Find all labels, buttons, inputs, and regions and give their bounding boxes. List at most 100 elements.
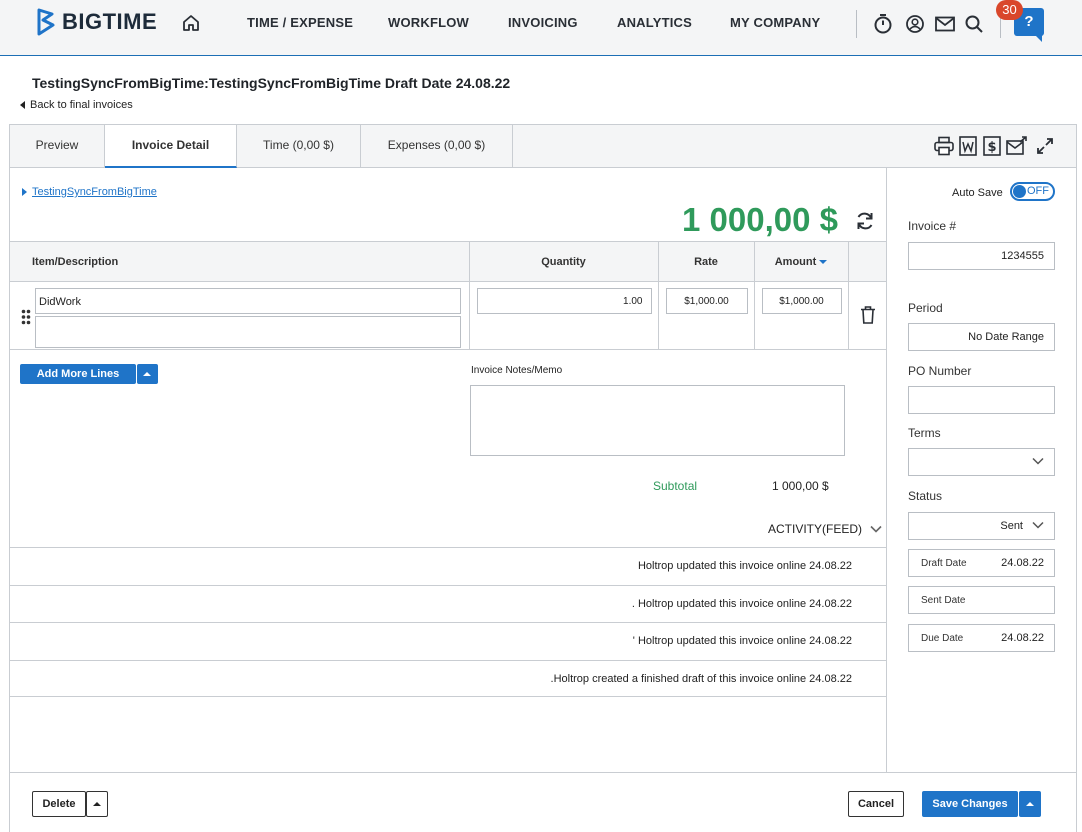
add-more-lines-button[interactable]: Add More Lines <box>20 364 136 384</box>
caret-up-icon <box>1026 802 1034 806</box>
po-number-label: PO Number <box>908 364 972 378</box>
brand-logo[interactable]: BIGTIME <box>36 8 157 36</box>
col-rate: Rate <box>658 241 755 282</box>
subtotal-value: 1 000,00 $ <box>772 479 829 493</box>
invoice-number-input[interactable]: 1234555 <box>908 242 1055 270</box>
delete-dropdown-button[interactable] <box>86 791 108 817</box>
due-date-label: Due Date <box>921 633 964 644</box>
description-detail-input[interactable] <box>35 316 461 348</box>
trash-icon[interactable] <box>860 306 876 324</box>
bigtime-logo-icon <box>37 8 55 36</box>
autosave-state: OFF <box>1027 185 1049 197</box>
status-label: Status <box>908 489 943 503</box>
po-number-input[interactable] <box>908 386 1055 414</box>
back-link-label: Back to final invoices <box>30 99 133 111</box>
rate-input[interactable]: $1,000.00 <box>665 288 748 314</box>
line-items-table: Item/Description Quantity Rate Amount Di… <box>10 241 886 350</box>
quantity-input[interactable]: 1.00 <box>476 288 652 314</box>
expand-arrow-icon <box>22 188 27 196</box>
sent-date-field[interactable]: Sent Date <box>908 586 1055 614</box>
invoice-panel: Preview Invoice Detail Time (0,00 $) Exp… <box>9 124 1077 832</box>
tab-preview[interactable]: Preview <box>10 125 105 168</box>
save-dropdown-button[interactable] <box>1019 791 1041 817</box>
notification-badge[interactable]: 30 <box>996 0 1023 20</box>
drag-handle-icon[interactable] <box>21 309 31 325</box>
word-export-icon[interactable] <box>959 136 977 156</box>
caret-up-icon <box>93 802 101 806</box>
amount-input[interactable]: $1,000.00 <box>761 288 842 314</box>
table-header-row: Item/Description Quantity Rate Amount <box>10 241 886 282</box>
user-icon[interactable] <box>905 14 925 34</box>
terms-label: Terms <box>908 426 941 440</box>
nav-divider <box>856 10 857 38</box>
col-actions <box>848 241 886 282</box>
tab-time[interactable]: Time (0,00 $) <box>237 125 361 168</box>
action-footer: Delete Cancel Save Changes <box>10 772 1076 832</box>
toggle-knob <box>1013 185 1026 198</box>
amount-cell: $1,000.00 <box>754 281 849 350</box>
currency-icon[interactable]: $ <box>983 136 1001 156</box>
memo-textarea[interactable] <box>470 385 845 456</box>
nav-my-company[interactable]: MY COMPANY <box>730 15 820 30</box>
chevron-down-icon <box>1032 457 1044 465</box>
quantity-cell: 1.00 <box>469 281 659 350</box>
draft-date-field[interactable]: Draft Date 24.08.22 <box>908 549 1055 577</box>
sidebar-divider <box>886 168 887 772</box>
home-icon[interactable] <box>181 13 201 33</box>
send-email-icon[interactable] <box>1006 136 1028 156</box>
mail-icon[interactable] <box>935 16 955 32</box>
activity-feed-toggle[interactable]: ACTIVITY(FEED) <box>768 522 882 536</box>
tab-expenses[interactable]: Expenses (0,00 $) <box>361 125 513 168</box>
description-cell: DidWork <box>10 281 470 350</box>
nav-invoicing[interactable]: INVOICING <box>508 15 578 30</box>
tab-bar: Preview Invoice Detail Time (0,00 $) Exp… <box>10 125 1076 168</box>
svg-text:$: $ <box>987 140 996 155</box>
print-icon[interactable] <box>933 136 955 156</box>
expand-icon[interactable] <box>1035 136 1055 156</box>
table-row: DidWork 1.00 $1,000.00 $1,000.00 <box>10 281 886 350</box>
due-date-field[interactable]: Due Date 24.08.22 <box>908 624 1055 652</box>
client-link-label: TestingSyncFromBigTime <box>32 186 157 198</box>
help-bubble-tail <box>1034 34 1042 42</box>
invoice-number-label: Invoice # <box>908 219 957 233</box>
save-changes-button[interactable]: Save Changes <box>922 791 1018 817</box>
draft-date-value: 24.08.22 <box>1001 557 1044 569</box>
autosave-label: Auto Save <box>952 187 1003 199</box>
chevron-down-icon <box>870 525 882 533</box>
subtotal-label: Subtotal <box>653 479 698 493</box>
top-nav: BIGTIME TIME / EXPENSE WORKFLOW INVOICIN… <box>0 0 1082 56</box>
invoice-total: 1 000,00 $ <box>682 201 838 238</box>
status-value: Sent <box>1000 520 1023 532</box>
cancel-button[interactable]: Cancel <box>848 791 904 817</box>
col-amount-header[interactable]: Amount <box>754 241 849 282</box>
nav-analytics[interactable]: ANALYTICS <box>617 15 692 30</box>
back-arrow-icon <box>20 101 25 109</box>
feed-item: ' Holtrop updated this invoice online 24… <box>10 622 886 660</box>
due-date-value: 24.08.22 <box>1001 632 1044 644</box>
terms-select[interactable] <box>908 448 1055 476</box>
actions-cell <box>848 281 886 350</box>
nav-workflow[interactable]: WORKFLOW <box>388 15 469 30</box>
back-to-final-invoices-link[interactable]: Back to final invoices <box>20 99 133 111</box>
sent-date-label: Sent Date <box>921 595 966 606</box>
activity-feed: Holtrop updated this invoice online 24.0… <box>10 547 886 697</box>
autosave-toggle[interactable]: OFF <box>1010 182 1055 201</box>
period-label: Period <box>908 301 943 315</box>
period-input[interactable]: No Date Range <box>908 323 1055 351</box>
chevron-down-icon <box>1032 521 1044 529</box>
tab-invoice-detail[interactable]: Invoice Detail <box>105 125 237 168</box>
stopwatch-icon[interactable] <box>873 13 893 35</box>
brand-name: BIGTIME <box>62 9 158 34</box>
nav-time-expense[interactable]: TIME / EXPENSE <box>247 15 353 30</box>
add-lines-dropdown-button[interactable] <box>137 364 158 384</box>
search-icon[interactable] <box>964 14 984 34</box>
client-link[interactable]: TestingSyncFromBigTime <box>22 186 157 198</box>
feed-item: Holtrop updated this invoice online 24.0… <box>10 547 886 585</box>
delete-button[interactable]: Delete <box>32 791 86 817</box>
caret-up-icon <box>143 372 151 376</box>
memo-label: Invoice Notes/Memo <box>471 365 563 376</box>
description-input[interactable]: DidWork <box>35 288 461 314</box>
status-select[interactable]: Sent <box>908 512 1055 540</box>
refresh-icon[interactable] <box>854 210 876 232</box>
page-title: TestingSyncFromBigTime:TestingSyncFromBi… <box>32 75 511 91</box>
